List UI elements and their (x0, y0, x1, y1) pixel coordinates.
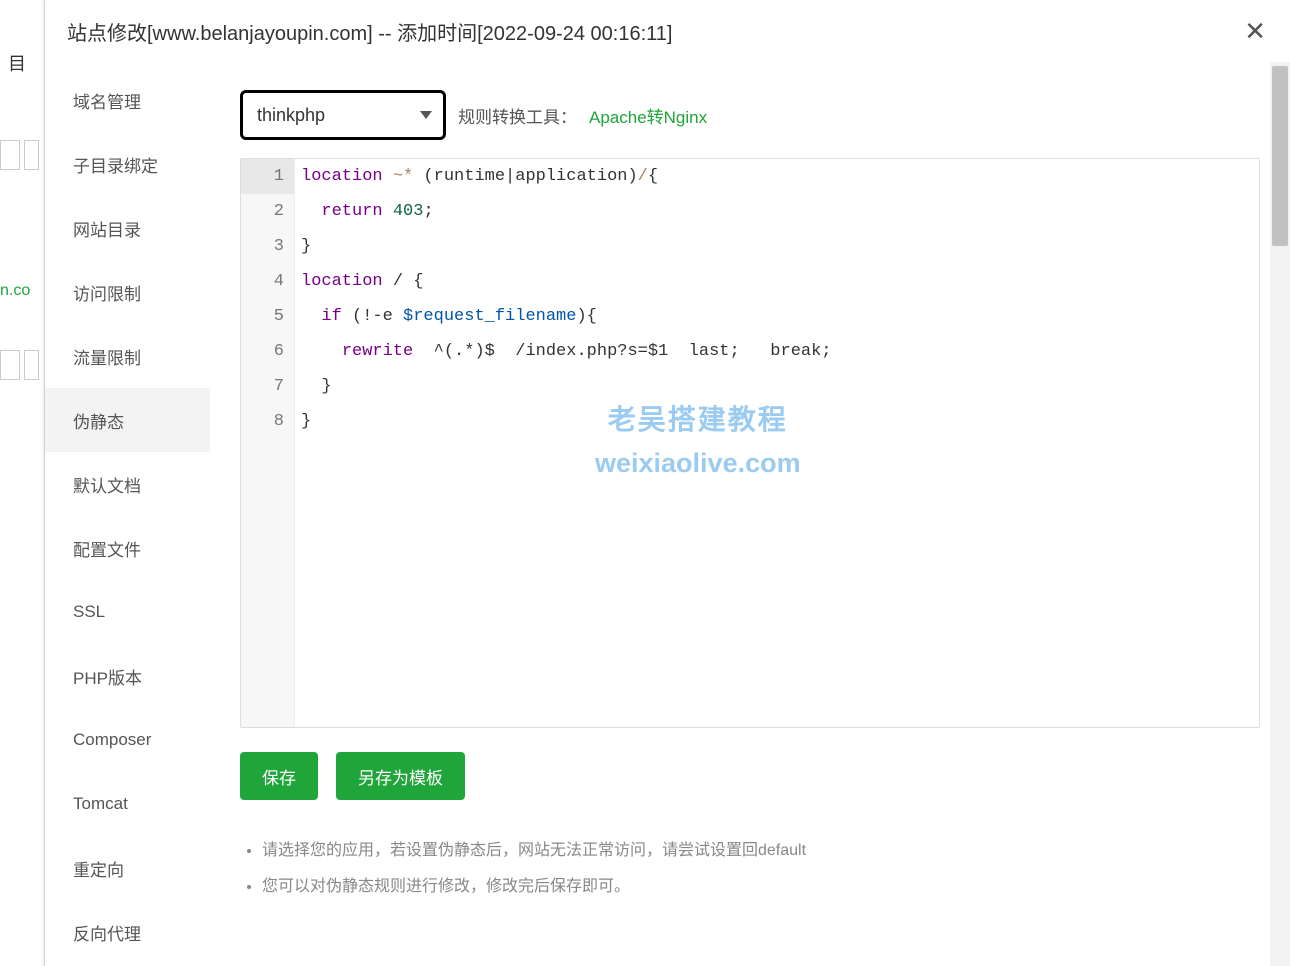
code-line[interactable]: } (301, 369, 1259, 404)
editor-gutter: 12345678 (241, 159, 295, 727)
site-edit-dialog: 站点修改[www.belanjayoupin.com] -- 添加时间[2022… (45, 0, 1290, 966)
sidebar-item-composer[interactable]: Composer (45, 708, 210, 772)
sidebar-item-access-limit[interactable]: 访问限制 (45, 260, 210, 324)
code-line[interactable]: rewrite ^(.*)$ /index.php?s=$1 last; bre… (301, 334, 1259, 369)
dialog-header: 站点修改[www.belanjayoupin.com] -- 添加时间[2022… (45, 0, 1290, 62)
button-row: 保存 另存为模板 (240, 752, 1260, 800)
template-select-wrap: thinkphp (240, 90, 446, 140)
line-number: 7 (241, 369, 294, 404)
close-icon[interactable]: ✕ (1244, 18, 1266, 44)
tip-item: 请选择您的应用，若设置伪静态后，网站无法正常访问，请尝试设置回default (262, 836, 1260, 860)
sidebar-item-rewrite[interactable]: 伪静态 (45, 388, 210, 452)
code-editor[interactable]: 12345678 老吴搭建教程 weixiaolive.com location… (240, 158, 1260, 728)
save-as-template-button[interactable]: 另存为模板 (336, 752, 465, 800)
save-button[interactable]: 保存 (240, 752, 318, 800)
sidebar-item-ssl[interactable]: SSL (45, 580, 210, 644)
line-number: 2 (241, 194, 294, 229)
sidebar-item-php-ver[interactable]: PHP版本 (45, 644, 210, 708)
template-select[interactable]: thinkphp (240, 90, 446, 140)
toolbar-row: thinkphp 规则转换工具： Apache转Nginx (240, 90, 1260, 140)
dialog-title: 站点修改[www.belanjayoupin.com] -- 添加时间[2022… (67, 17, 672, 46)
line-number: 1 (241, 159, 294, 194)
bg-partial-text: 目 (8, 50, 26, 76)
bg-stub-select (24, 140, 39, 170)
line-number: 8 (241, 404, 294, 439)
line-number: 6 (241, 334, 294, 369)
rewrite-panel: thinkphp 规则转换工具： Apache转Nginx 12345678 老… (210, 62, 1290, 966)
sidebar-item-tomcat[interactable]: Tomcat (45, 772, 210, 836)
code-line[interactable]: location ~* (runtime|application)/{ (301, 159, 1259, 194)
sidebar-item-traffic-limit[interactable]: 流量限制 (45, 324, 210, 388)
dialog-sidebar: 域名管理子目录绑定网站目录访问限制流量限制伪静态默认文档配置文件SSLPHP版本… (45, 62, 210, 966)
code-line[interactable]: location / { (301, 264, 1259, 299)
sidebar-item-default-doc[interactable]: 默认文档 (45, 452, 210, 516)
code-line[interactable]: if (!-e $request_filename){ (301, 299, 1259, 334)
code-line[interactable]: } (301, 229, 1259, 264)
line-number: 5 (241, 299, 294, 334)
apache-to-nginx-link[interactable]: Apache转Nginx (589, 103, 707, 128)
editor-code-area[interactable]: 老吴搭建教程 weixiaolive.com location ~* (runt… (295, 159, 1259, 727)
bg-stub-select (24, 350, 39, 380)
code-line[interactable]: } (301, 404, 1259, 439)
bg-stub-select (0, 350, 20, 380)
background-app: 目 n.co (0, 0, 45, 966)
scrollbar-thumb[interactable] (1272, 66, 1288, 246)
watermark-line2: weixiaolive.com (595, 446, 801, 481)
sidebar-item-subdir[interactable]: 子目录绑定 (45, 132, 210, 196)
code-line[interactable]: return 403; (301, 194, 1259, 229)
sidebar-item-domain[interactable]: 域名管理 (45, 68, 210, 132)
tips-list: 请选择您的应用，若设置伪静态后，网站无法正常访问，请尝试设置回default 您… (240, 836, 1260, 896)
line-number: 3 (241, 229, 294, 264)
sidebar-item-webdir[interactable]: 网站目录 (45, 196, 210, 260)
sidebar-item-config[interactable]: 配置文件 (45, 516, 210, 580)
scrollbar-track[interactable] (1270, 62, 1290, 966)
convert-label: 规则转换工具： (458, 103, 577, 128)
bg-partial-domain: n.co (0, 282, 30, 300)
sidebar-item-reverse-proxy[interactable]: 反向代理 (45, 900, 210, 964)
line-number: 4 (241, 264, 294, 299)
bg-stub-select (0, 140, 20, 170)
tip-item: 您可以对伪静态规则进行修改，修改完后保存即可。 (262, 872, 1260, 896)
dialog-body: 域名管理子目录绑定网站目录访问限制流量限制伪静态默认文档配置文件SSLPHP版本… (45, 62, 1290, 966)
sidebar-item-redirect[interactable]: 重定向 (45, 836, 210, 900)
